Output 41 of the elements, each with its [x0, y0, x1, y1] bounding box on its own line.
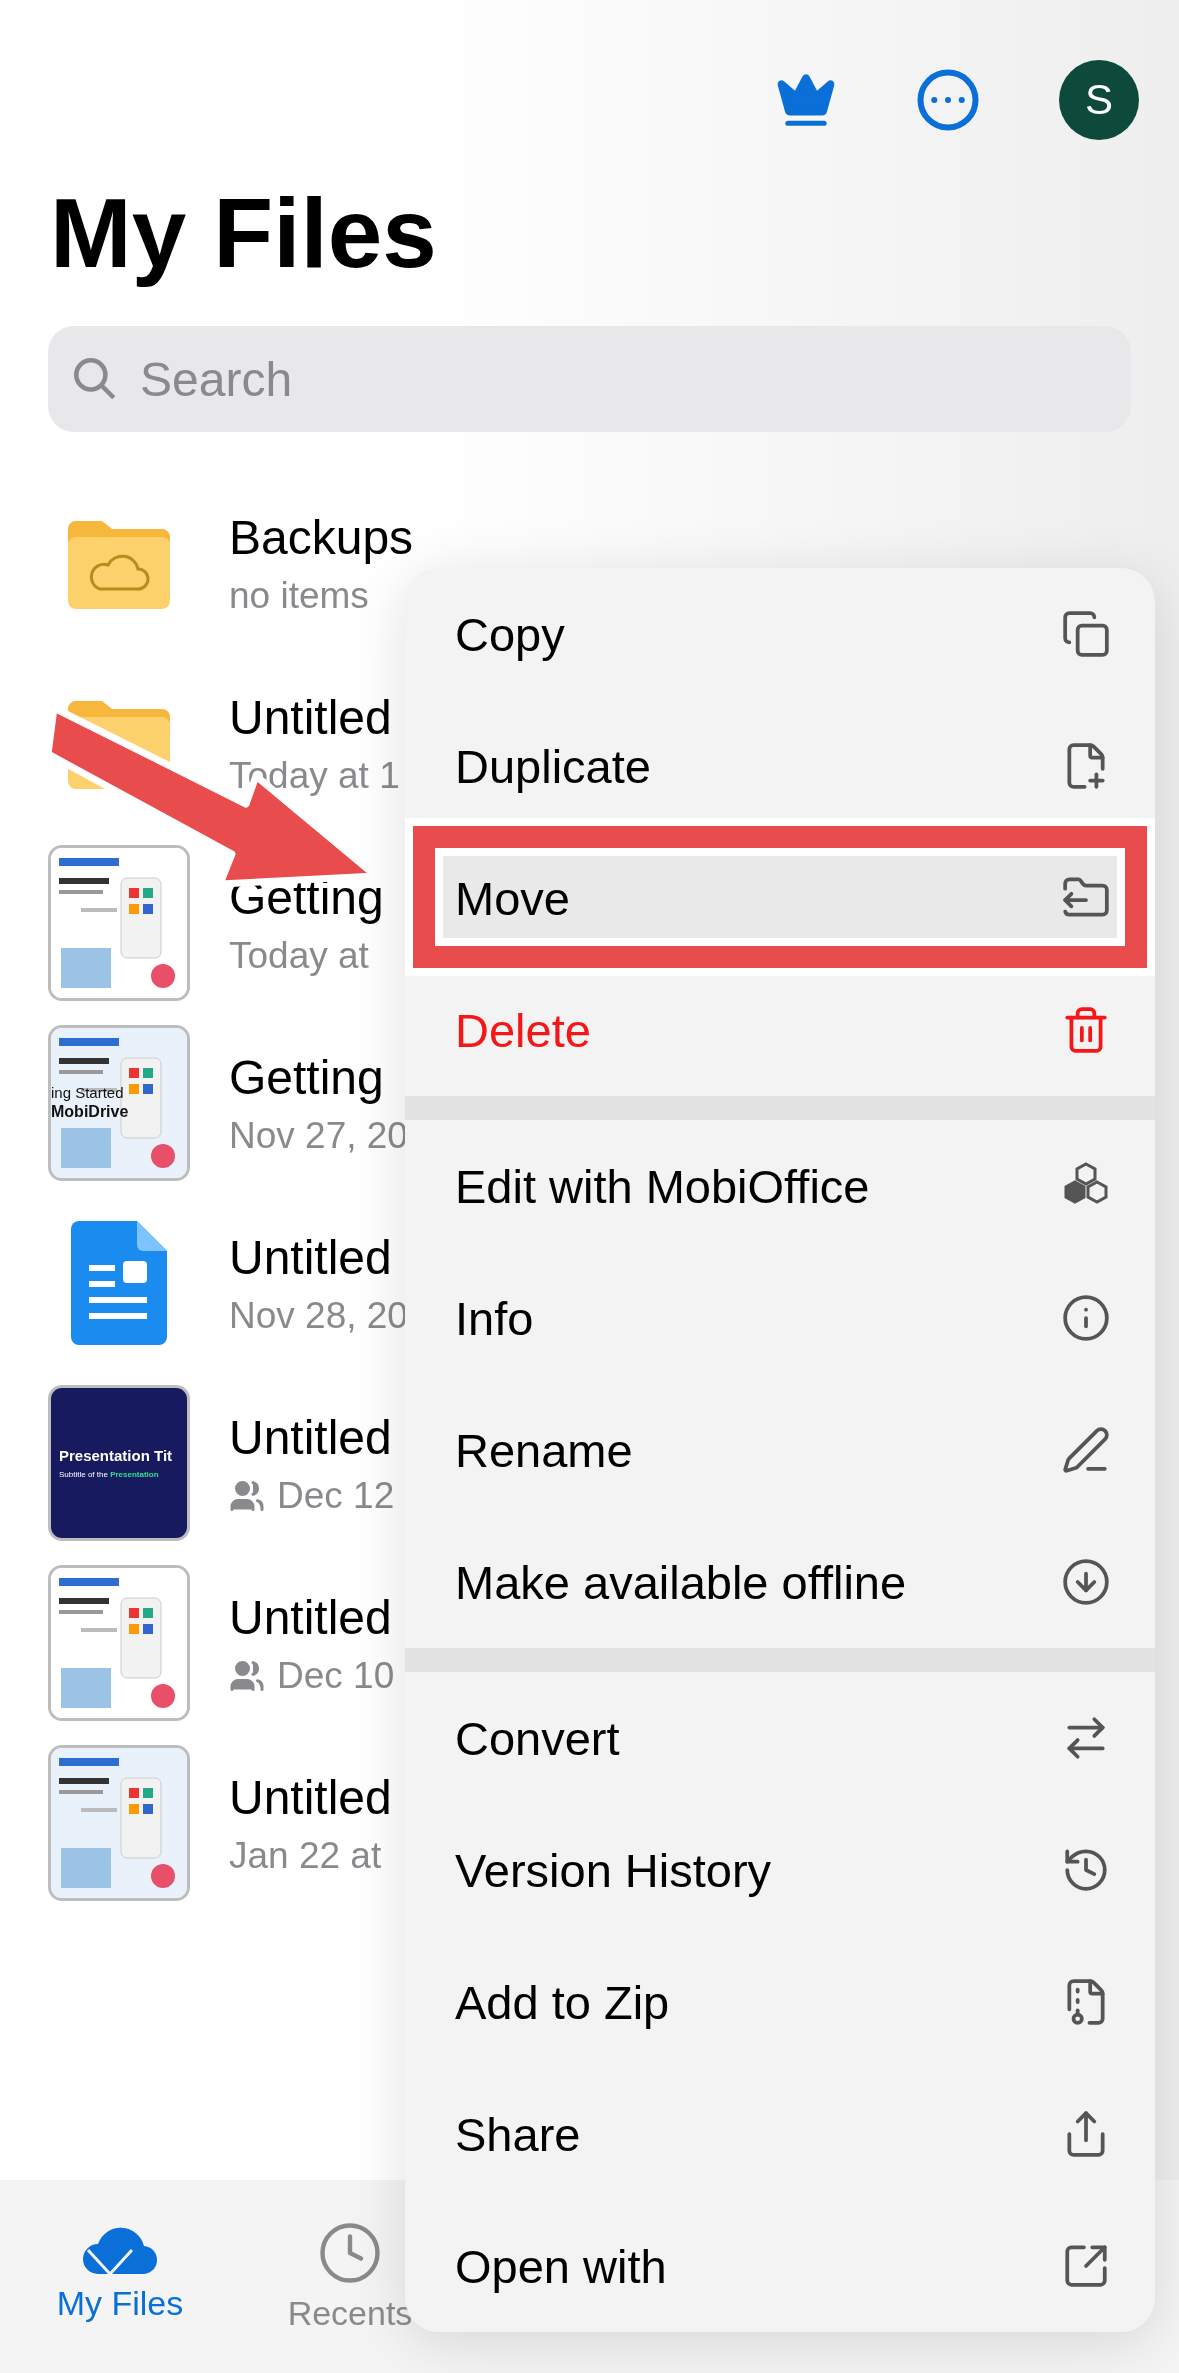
- file-detail: Nov 27, 20: [229, 1114, 408, 1157]
- file-detail: Dec 10: [229, 1654, 395, 1697]
- file-name: Untitled: [229, 1589, 393, 1645]
- menu-item[interactable]: Edit with MobiOffice: [405, 1120, 1155, 1252]
- page-title: My Files: [50, 178, 438, 288]
- search-input[interactable]: Search: [138, 350, 738, 408]
- thumbnail-text: ing Started: [51, 1084, 125, 1101]
- menu-item[interactable]: Make available offline: [405, 1516, 1155, 1648]
- search-field[interactable]: Search: [48, 326, 1131, 432]
- menu-item[interactable]: Add to Zip: [405, 1936, 1155, 2068]
- file-detail: Nov 28, 20: [229, 1294, 408, 1337]
- copy-icon: [1061, 609, 1111, 659]
- download-circle-icon: [1061, 1557, 1111, 1607]
- thumbnail-text: MobiDrive: [51, 1103, 129, 1121]
- slide-title: Presentation Tit: [59, 1447, 174, 1464]
- file-detail: Today at: [229, 934, 370, 977]
- more-icon[interactable]: [915, 67, 981, 133]
- file-name: Untitled: [229, 1769, 392, 1825]
- menu-item[interactable]: Copy: [405, 568, 1155, 700]
- menu-item[interactable]: Info: [405, 1252, 1155, 1384]
- file-detail: no items: [229, 574, 370, 617]
- avatar[interactable]: S: [1059, 60, 1139, 140]
- pen-icon: [1061, 1425, 1111, 1475]
- menu-item[interactable]: Convert: [405, 1672, 1155, 1804]
- file-detail: Jan 22 at: [229, 1834, 383, 1877]
- menu-item[interactable]: Rename: [405, 1384, 1155, 1516]
- slide-subtitle: Subtitle of the Presentation: [59, 1470, 160, 1479]
- file-name: Untitled: [229, 689, 393, 745]
- document-icon: [71, 1221, 167, 1345]
- file-name: Untitled: [229, 1409, 393, 1465]
- file-name: Backups: [229, 509, 414, 565]
- tab[interactable]: My Files: [40, 2220, 200, 2373]
- file-name: Untitled: [229, 1229, 393, 1285]
- info-icon: [1061, 1293, 1111, 1343]
- file-detail: Dec 12: [229, 1474, 395, 1517]
- file-name: Getting: [229, 1049, 385, 1105]
- menu-item[interactable]: Version History: [405, 1804, 1155, 1936]
- clock-icon: [317, 2220, 383, 2286]
- menu-item[interactable]: Share: [405, 2068, 1155, 2200]
- menu-item[interactable]: Duplicate: [405, 700, 1155, 832]
- menu-item[interactable]: Delete: [405, 964, 1155, 1096]
